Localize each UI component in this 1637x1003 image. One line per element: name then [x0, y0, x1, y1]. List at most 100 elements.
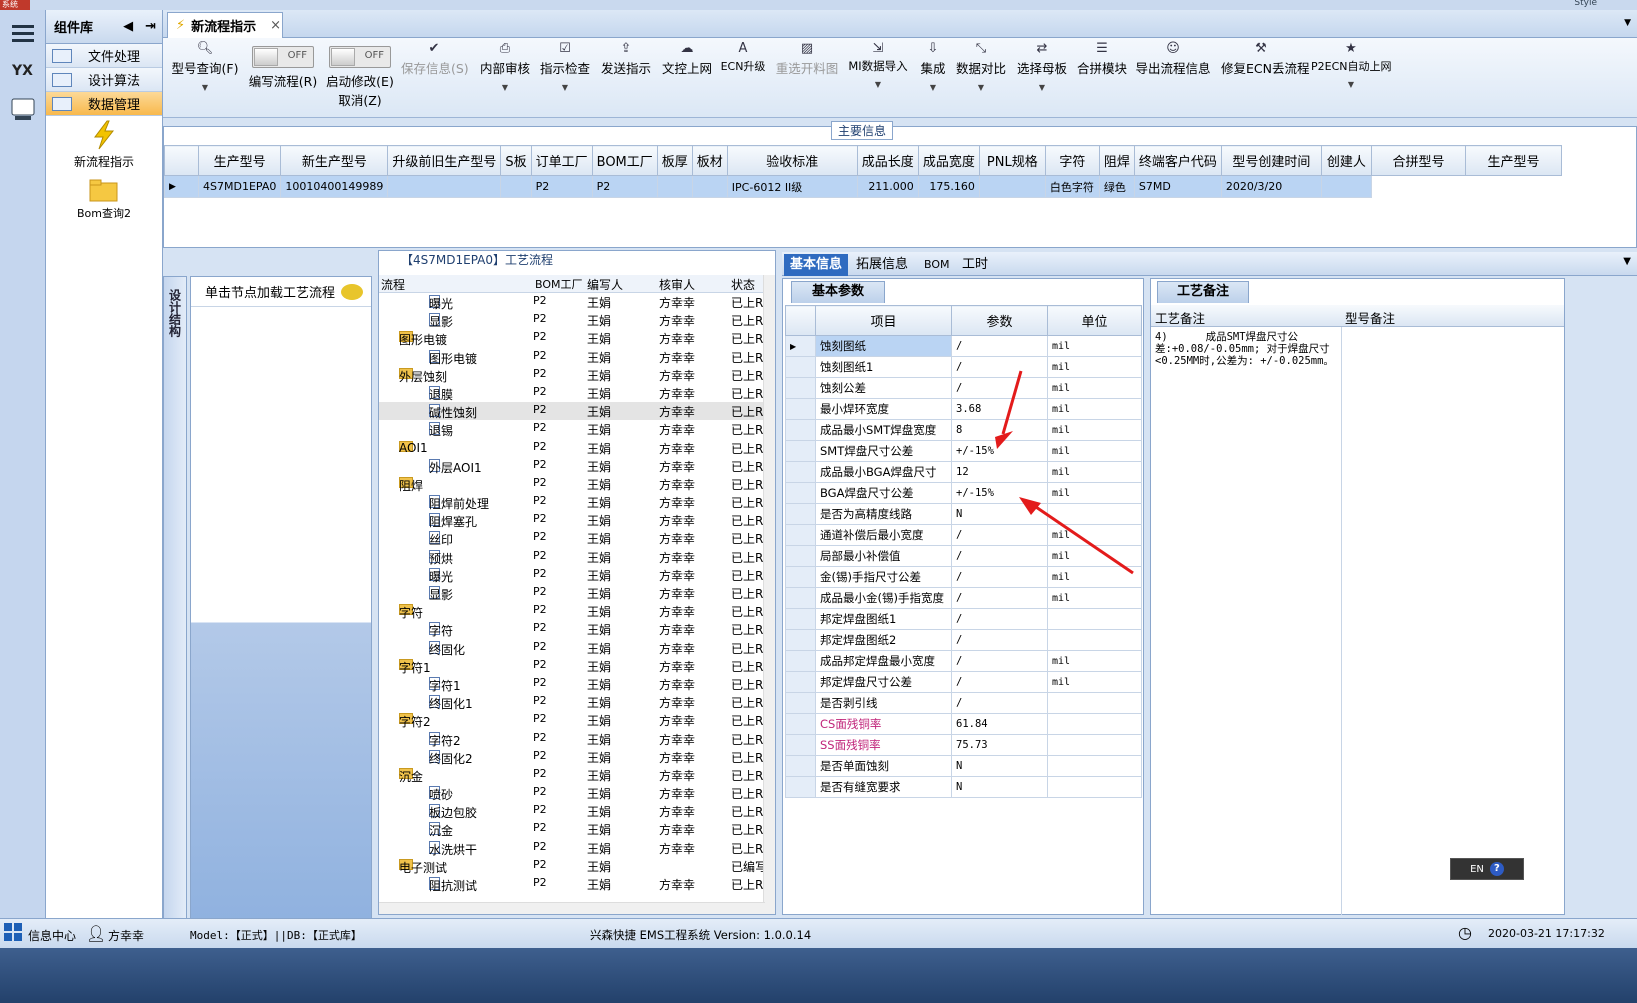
- col-main-3[interactable]: S板: [500, 145, 532, 176]
- tab-new-flow-instruction[interactable]: ⚡ 新流程指示 ×: [167, 12, 283, 38]
- col-main-1[interactable]: 新生产型号: [280, 145, 389, 176]
- tree-row[interactable]: 终固化1 P2 王娟 方幸幸 已上R: [379, 693, 769, 711]
- cell-main-8[interactable]: IPC-6012 II级: [726, 175, 858, 198]
- col-main-9[interactable]: 成品长度: [856, 145, 919, 176]
- tree-row[interactable]: 退膜 P2 王娟 方幸幸 已上R: [379, 384, 769, 402]
- cell-main-0[interactable]: 4S7MD1EPA0: [197, 175, 282, 198]
- exit-icon[interactable]: ⇥: [145, 19, 156, 34]
- merge-module-button[interactable]: ☰ 合拼模块: [1075, 38, 1129, 77]
- cell-main-2[interactable]: [387, 175, 502, 198]
- col-main-13[interactable]: 阻焊: [1098, 145, 1135, 176]
- tree-row[interactable]: 曝光 P2 王娟 方幸幸 已上R: [379, 293, 769, 311]
- tree-row[interactable]: 字符1 P2 王娟 方幸幸 已上R: [379, 675, 769, 693]
- cell-main-1[interactable]: 10010400149989: [280, 175, 389, 198]
- col-main-2[interactable]: 升级前旧生产型号: [387, 145, 502, 176]
- tab-work-hours[interactable]: 工时: [956, 254, 994, 276]
- hamburger-menu-icon[interactable]: [8, 18, 38, 48]
- col-main-6[interactable]: 板厚: [656, 145, 693, 176]
- process-note-text[interactable]: 4) 成品SMT焊盘尺寸公差:+0.08/-0.05mm; 对于焊盘尺寸<0.2…: [1155, 331, 1341, 367]
- col-status[interactable]: 状态: [731, 276, 755, 293]
- item-bom-query[interactable]: Bom查询2: [46, 178, 162, 221]
- design-structure-side-tab[interactable]: 设计结构: [163, 276, 187, 926]
- cell-main-10[interactable]: 175.160: [917, 175, 980, 198]
- tree-row[interactable]: 图形电镀 P2 王娟 方幸幸 已上R: [379, 348, 769, 366]
- cell-main-15[interactable]: 2020/3/20: [1220, 175, 1322, 198]
- col-merge-model[interactable]: 合拼型号: [1371, 145, 1466, 176]
- start-edit-toggle[interactable]: OFF 启动修改(E) 取消(Z): [323, 38, 397, 109]
- cell-main-11[interactable]: [978, 175, 1046, 198]
- reselect-cutting-drawing-button[interactable]: ▨ 重选开料图: [775, 38, 839, 77]
- cell-main-5[interactable]: P2: [591, 175, 658, 198]
- tree-row[interactable]: 终固化2 P2 王娟 方幸幸 已上R: [379, 748, 769, 766]
- language-indicator[interactable]: EN ?: [1450, 858, 1524, 880]
- tree-row[interactable]: 退锡 P2 王娟 方幸幸 已上R: [379, 420, 769, 438]
- tree-row[interactable]: 终固化 P2 王娟 方幸幸 已上R: [379, 639, 769, 657]
- tree-row[interactable]: −电子测试P2王娟已编写: [379, 857, 769, 875]
- tree-row[interactable]: 水洗烘干 P2 王娟 方幸幸 已上R: [379, 839, 769, 857]
- col-main-7[interactable]: 板材: [691, 145, 728, 176]
- col-main-14[interactable]: 终端客户代码: [1133, 145, 1222, 176]
- style-menu[interactable]: Style: [1574, 0, 1597, 8]
- col-main-5[interactable]: BOM工厂: [591, 145, 658, 176]
- ecn-upgrade-button[interactable]: A ECN升级: [719, 38, 767, 74]
- tree-row[interactable]: −沉金P2王娟方幸幸已上R: [379, 766, 769, 784]
- write-flow-toggle[interactable]: OFF 编写流程(R): [243, 38, 323, 90]
- send-instruction-button[interactable]: ⇪ 发送指示: [597, 38, 655, 77]
- select-mother-board-button[interactable]: ⇄ 选择母板 ▼: [1015, 38, 1069, 92]
- col-reviewer[interactable]: 核审人: [659, 276, 695, 293]
- save-info-button[interactable]: ✔ 保存信息(S): [401, 38, 469, 77]
- comp-btn-data-management[interactable]: 数据管理: [46, 92, 162, 116]
- tools-module-icon[interactable]: [8, 94, 38, 124]
- vertical-scrollbar[interactable]: [763, 275, 775, 914]
- doc-control-online-button[interactable]: ☁ 文控上网: [659, 38, 715, 77]
- comp-btn-design-algorithm[interactable]: 设计算法: [46, 68, 162, 92]
- tree-row[interactable]: −字符P2王娟方幸幸已上R: [379, 602, 769, 620]
- cell-main-14[interactable]: S7MD: [1133, 175, 1222, 198]
- chevron-down-icon[interactable]: ▼: [1623, 256, 1631, 267]
- tree-row[interactable]: −字符2P2王娟方幸幸已上R: [379, 711, 769, 729]
- collapse-left-icon[interactable]: ◀: [123, 19, 133, 34]
- tree-row[interactable]: 显影 P2 王娟 方幸幸 已上R: [379, 584, 769, 602]
- cell-main-6[interactable]: [656, 175, 693, 198]
- tree-row[interactable]: 阻焊塞孔 P2 王娟 方幸幸 已上R: [379, 511, 769, 529]
- cell-main-13[interactable]: 绿色: [1098, 175, 1135, 198]
- col-main-15[interactable]: 型号创建时间: [1220, 145, 1322, 176]
- cell-main-12[interactable]: 白色字符: [1044, 175, 1100, 198]
- tree-row[interactable]: −AOI1P2王娟方幸幸已上R: [379, 439, 769, 457]
- tree-row[interactable]: 字符2 P2 王娟 方幸幸 已上R: [379, 730, 769, 748]
- tree-row[interactable]: 喷砂 P2 王娟 方幸幸 已上R: [379, 784, 769, 802]
- tree-row[interactable]: 显影 P2 王娟 方幸幸 已上R: [379, 311, 769, 329]
- cell-main-7[interactable]: [691, 175, 728, 198]
- repair-ecn-flow-button[interactable]: ⚒ 修复ECN丢流程: [1221, 38, 1309, 77]
- col-production-model[interactable]: 生产型号: [1465, 145, 1562, 176]
- table-row[interactable]: ▶ 4S7MD1EPA0 10010400149989 P2 P2 IPC-6012 II…: [164, 175, 1372, 198]
- cell-main-9[interactable]: 211.000: [856, 175, 919, 198]
- col-main-12[interactable]: 字符: [1044, 145, 1100, 176]
- col-main-16[interactable]: 创建人: [1320, 145, 1372, 176]
- col-main-11[interactable]: PNL规格: [978, 145, 1046, 176]
- cell-main-4[interactable]: P2: [530, 175, 593, 198]
- p2ecn-auto-online-button[interactable]: ★ P2ECN自动上网 ▼: [1311, 38, 1392, 89]
- cell-main-3[interactable]: [500, 175, 532, 198]
- horizontal-scrollbar[interactable]: [379, 902, 765, 914]
- integration-button[interactable]: ⇩ 集成 ▼: [917, 38, 949, 92]
- col-writer[interactable]: 编写人: [587, 276, 623, 293]
- tree-row[interactable]: 预烘 P2 王娟 方幸幸 已上R: [379, 548, 769, 566]
- tab-basic-info[interactable]: 基本信息: [784, 254, 849, 276]
- mi-data-import-button[interactable]: ⇲ MI数据导入 ▼: [845, 38, 911, 89]
- tree-row[interactable]: −图形电镀P2王娟方幸幸已上R: [379, 329, 769, 347]
- tree-row[interactable]: 板边包胶 P2 王娟 方幸幸 已上R: [379, 802, 769, 820]
- help-icon[interactable]: ?: [1489, 862, 1504, 876]
- tab-close-icon[interactable]: ×: [270, 18, 281, 33]
- export-flow-info-button[interactable]: ☺ 导出流程信息: [1135, 38, 1211, 77]
- tab-menu-icon[interactable]: ▼: [1624, 18, 1631, 28]
- info-center-label[interactable]: 信息中心: [28, 927, 76, 944]
- tree-row[interactable]: 沉金 P2 王娟 方幸幸 已上R: [379, 820, 769, 838]
- tree-row[interactable]: 碱性蚀刻 P2 王娟 方幸幸 已上R: [379, 402, 769, 421]
- col-bom-factory[interactable]: BOM工厂: [535, 276, 583, 292]
- col-main-4[interactable]: 订单工厂: [530, 145, 593, 176]
- tree-row[interactable]: 丝印 P2 王娟 方幸幸 已上R: [379, 529, 769, 547]
- item-new-flow-instruction[interactable]: 新流程指示: [46, 120, 162, 170]
- tree-row[interactable]: 外层AOI1 P2 王娟 方幸幸 已上R: [379, 457, 769, 475]
- tree-row[interactable]: −外层蚀刻P2王娟方幸幸已上R: [379, 366, 769, 384]
